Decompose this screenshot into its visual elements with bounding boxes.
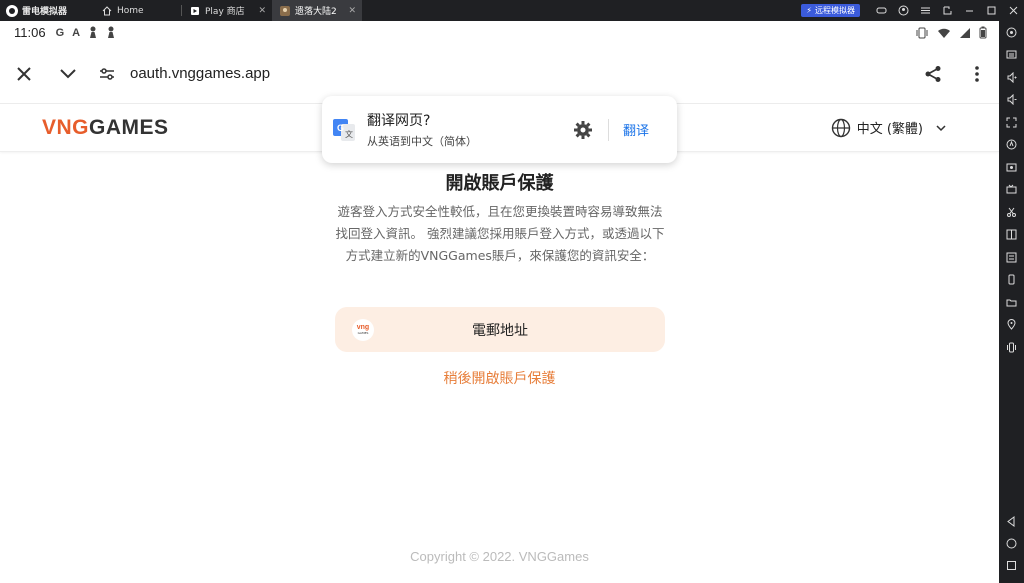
sync-icon[interactable] <box>999 246 1024 269</box>
tab-game-label: 遗落大陆2 <box>295 7 337 17</box>
tab-home-label: Home <box>117 5 144 16</box>
close-icon[interactable]: ✕ <box>348 6 356 16</box>
home-icon <box>102 5 112 15</box>
translate-settings-button[interactable] <box>572 119 594 141</box>
volume-up-icon[interactable] <box>999 66 1024 89</box>
restore-icon[interactable] <box>936 0 958 21</box>
brand-vng: VNG <box>42 115 90 139</box>
minimize-icon[interactable] <box>958 0 980 21</box>
brand-games: GAMES <box>89 115 169 139</box>
page-description: 遊客登入方式安全性較低，且在您更換裝置時容易導致無法找回登入資訊。 強烈建議您採… <box>335 204 665 263</box>
tune-icon <box>100 67 114 80</box>
lightning-icon: ⚡ <box>806 6 812 15</box>
keyboard-icon[interactable] <box>999 44 1024 67</box>
translate-subtitle: 从英语到中文（简体） <box>367 135 477 148</box>
emulator-side-toolbar <box>999 21 1024 583</box>
emulator-logo: 雷电模拟器 <box>0 4 96 17</box>
shake-icon[interactable] <box>999 336 1024 359</box>
svg-text:G: G <box>337 123 344 133</box>
remote-emulator-button[interactable]: ⚡ 远程模拟器 <box>801 4 860 17</box>
page-title: 開啟賬戶保護 <box>445 173 554 194</box>
share-icon <box>925 65 941 82</box>
volume-down-icon[interactable] <box>999 89 1024 112</box>
svg-text:文: 文 <box>345 129 353 139</box>
android-nav <box>999 516 1024 571</box>
chevron-down-icon <box>936 124 946 131</box>
status-notification-icons: G A <box>56 26 117 39</box>
account-icon[interactable] <box>892 0 914 21</box>
home-circle-icon[interactable] <box>1006 538 1017 549</box>
translate-text: 翻译网页? 从英语到中文（简体） <box>367 110 477 149</box>
tab-home[interactable]: Home <box>96 0 182 21</box>
close-icon <box>17 66 31 81</box>
chess-pawn-icon <box>90 26 97 38</box>
status-system-icons <box>915 26 987 39</box>
custom-tab-toolbar: oauth.vnggames.app <box>0 44 999 104</box>
more-options-button[interactable] <box>955 65 999 82</box>
chevron-down-icon <box>60 68 76 78</box>
tab-play-store-label: Play 商店 <box>205 7 245 17</box>
emulator-title-bar: 雷电模拟器 Home Play 商店 ✕ 遗落大陆2 ✕ ⚡ 远程模拟器 <box>0 0 1024 21</box>
minimize-tab-button[interactable] <box>46 68 90 80</box>
emulator-logo-icon <box>6 4 18 17</box>
share-button[interactable] <box>911 65 955 83</box>
remote-emulator-label: 远程模拟器 <box>815 6 855 15</box>
close-tab-button[interactable] <box>2 66 46 82</box>
vibrate-icon <box>916 27 928 38</box>
close-window-icon[interactable] <box>1002 0 1024 21</box>
wifi-icon <box>938 28 950 38</box>
record-icon[interactable] <box>999 179 1024 202</box>
language-selector[interactable]: 中文 (繁體) <box>831 118 947 138</box>
multi-instance-icon[interactable] <box>999 224 1024 247</box>
game-icon <box>280 5 290 16</box>
status-bar: 11:06 G A <box>0 21 999 44</box>
url-bar-actions <box>911 65 999 83</box>
email-button-label: 電郵地址 <box>472 322 528 339</box>
url-text[interactable]: oauth.vnggames.app <box>130 65 270 82</box>
recents-icon[interactable] <box>1006 560 1017 571</box>
emulator-controls: ⚡ 远程模拟器 <box>801 0 1024 21</box>
translate-popup: G文 翻译网页? 从英语到中文（简体） 翻译 <box>322 96 677 163</box>
more-vert-icon <box>975 65 979 82</box>
gamepad-icon[interactable] <box>870 0 892 21</box>
translate-title: 翻译网页? <box>367 113 431 129</box>
status-time: 11:06 <box>14 25 46 40</box>
globe-icon <box>831 118 850 137</box>
google-icon: G <box>55 26 65 39</box>
app-a-icon: A <box>72 26 81 39</box>
emulator-app-name: 雷电模拟器 <box>22 7 68 17</box>
enable-later-link[interactable]: 稍後開啟賬戶保護 <box>0 368 999 388</box>
rotate-icon[interactable] <box>999 269 1024 292</box>
scissors-icon[interactable] <box>999 201 1024 224</box>
google-translate-icon: G文 <box>333 118 355 141</box>
menu-icon[interactable] <box>914 0 936 21</box>
gear-icon <box>573 120 592 139</box>
android-screen: 11:06 G A oauth.vnggames.app VNGGAMES 中文… <box>0 21 999 583</box>
translate-divider <box>607 118 609 141</box>
translate-button[interactable]: 翻译 <box>623 120 649 139</box>
folder-icon[interactable] <box>999 291 1024 314</box>
signal-icon <box>960 27 970 38</box>
chess-pawn-icon <box>108 26 115 38</box>
fullscreen-icon[interactable] <box>999 111 1024 134</box>
location-icon[interactable] <box>999 314 1024 337</box>
tab-play-store[interactable]: Play 商店 ✕ <box>182 0 272 21</box>
maximize-icon[interactable] <box>980 0 1002 21</box>
language-label: 中文 (繁體) <box>856 122 923 137</box>
back-icon[interactable] <box>1006 516 1017 527</box>
tab-game[interactable]: 遗落大陆2 ✕ <box>272 0 362 21</box>
settings-dot-icon[interactable] <box>999 21 1024 44</box>
vnggames-logo: VNGGAMES <box>42 116 169 140</box>
site-settings-button[interactable] <box>90 67 124 81</box>
close-icon[interactable]: ✕ <box>258 6 266 16</box>
script-icon[interactable] <box>999 134 1024 157</box>
screenshot-icon[interactable] <box>999 156 1024 179</box>
battery-icon <box>979 26 987 39</box>
email-address-button[interactable]: vng GAMES 電郵地址 <box>335 307 665 352</box>
play-store-icon <box>191 6 199 15</box>
copyright-text: Copyright © 2022. VNGGames <box>410 549 589 564</box>
